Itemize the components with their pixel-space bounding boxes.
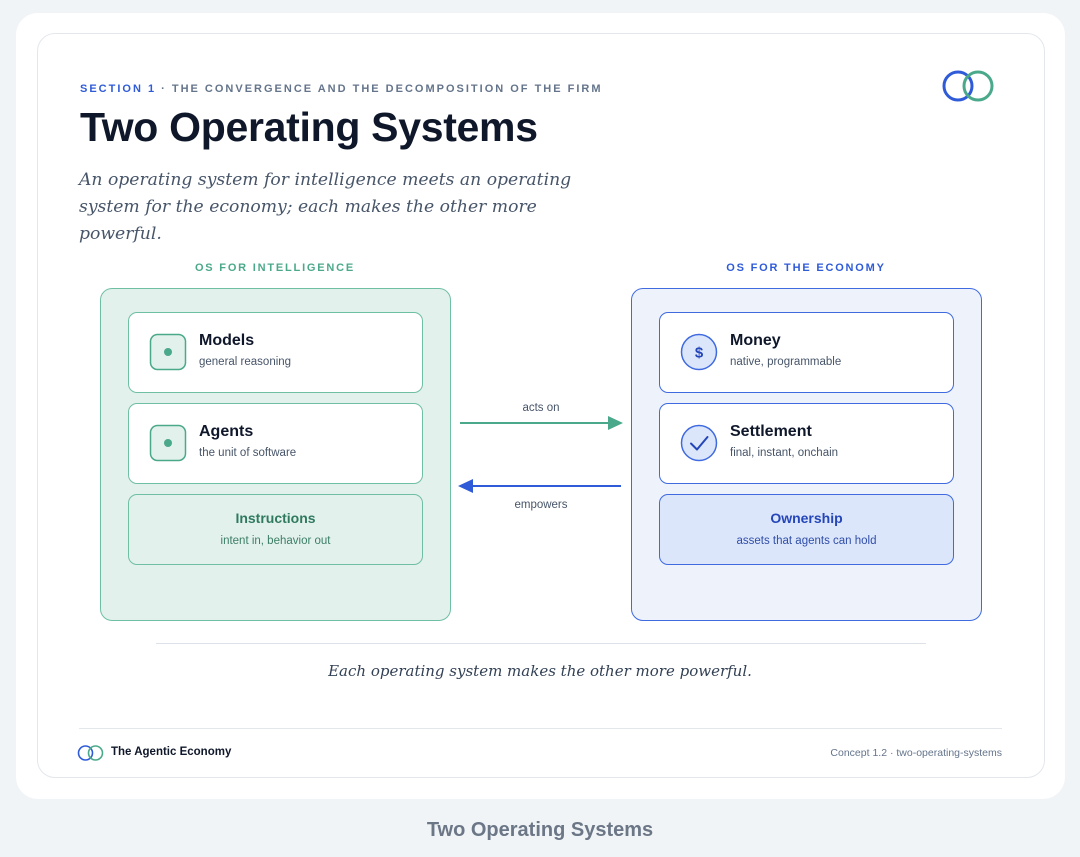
dot-square-icon: [149, 424, 187, 462]
concept-reference: Concept 1.2 · two-operating-systems: [830, 747, 1002, 759]
os-economy-panel: $ Money native, programmable Settlement …: [631, 288, 982, 621]
interlocking-rings-logo-icon: [942, 70, 994, 102]
settlement-card: Settlement final, instant, onchain: [659, 403, 954, 484]
dollar-circle-icon: $: [680, 333, 718, 371]
page-subtitle: An operating system for intelligence mee…: [79, 170, 572, 244]
acts-on-label: acts on: [522, 402, 560, 414]
agents-card: Agents the unit of software: [128, 403, 423, 484]
settlement-desc: final, instant, onchain: [730, 447, 839, 459]
check-circle-icon: [680, 424, 718, 462]
brand-name: The Agentic Economy: [111, 746, 232, 758]
money-card: $ Money native, programmable: [659, 312, 954, 393]
models-card: Models general reasoning: [128, 312, 423, 393]
os-intelligence-panel: Models general reasoning Agents the unit…: [100, 288, 451, 621]
dollar-glyph: $: [695, 345, 704, 362]
instructions-title: Instructions: [235, 510, 316, 526]
eyebrow-separator: ·: [156, 83, 172, 95]
section-topic: THE CONVERGENCE AND THE DECOMPOSITION OF…: [171, 83, 603, 95]
agents-desc: the unit of software: [199, 447, 297, 459]
ownership-title: Ownership: [770, 510, 843, 526]
os-intelligence-label: OS FOR INTELLIGENCE: [194, 262, 356, 274]
empowers-arrowhead: [458, 479, 473, 493]
dot-square-icon: [149, 333, 187, 371]
divider: [156, 643, 926, 644]
empowers-label: empowers: [514, 499, 568, 511]
money-desc: native, programmable: [730, 356, 842, 368]
agents-title: Agents: [199, 423, 254, 440]
acts-on-arrowhead: [608, 416, 623, 430]
page-title: Two Operating Systems: [80, 104, 538, 150]
os-economy-label: OS FOR THE ECONOMY: [726, 262, 886, 274]
ownership-desc: assets that agents can hold: [736, 535, 877, 547]
settlement-title: Settlement: [730, 423, 812, 440]
section-eyebrow: SECTION 1 · THE CONVERGENCE AND THE DECO…: [80, 83, 603, 95]
ownership-card: Ownership assets that agents can hold: [659, 494, 954, 565]
brand-rings-icon: [77, 745, 104, 761]
models-desc: general reasoning: [199, 356, 292, 368]
diagram-caption: Each operating system makes the other mo…: [328, 662, 752, 680]
money-title: Money: [730, 332, 781, 349]
section-label: SECTION 1: [80, 83, 157, 95]
instructions-desc: intent in, behavior out: [220, 535, 331, 547]
models-title: Models: [199, 332, 255, 349]
footer-divider: [79, 728, 1002, 729]
instructions-card: Instructions intent in, behavior out: [128, 494, 423, 565]
page-caption: Two Operating Systems: [426, 819, 654, 841]
